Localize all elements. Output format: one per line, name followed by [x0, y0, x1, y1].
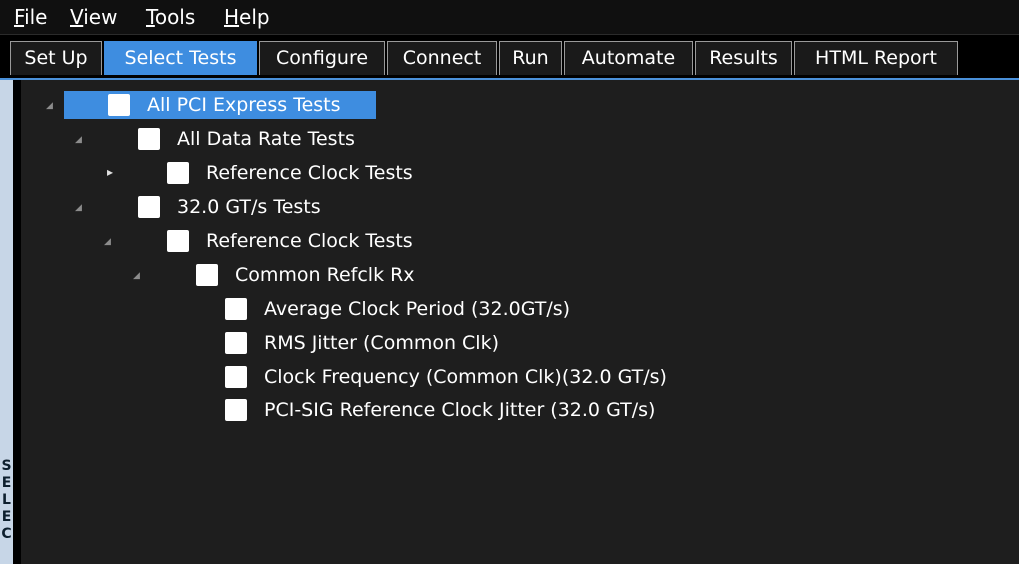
menu-bar: File View Tools Help	[0, 0, 1019, 35]
tab-bar: Set Up Select Tests Configure Connect Ru…	[0, 35, 1019, 80]
tree-label-pci-sig-jitter[interactable]: PCI-SIG Reference Clock Jitter (32.0 GT/…	[264, 399, 655, 421]
checkbox-reference-clock-tests-32[interactable]	[167, 230, 189, 252]
checkbox-clock-frequency[interactable]	[225, 366, 247, 388]
tab-setup[interactable]: Set Up	[10, 41, 102, 75]
checkbox-all-data-rate[interactable]	[138, 128, 160, 150]
expanded-triangle-icon[interactable]: ◢	[75, 135, 82, 145]
checkbox-reference-clock-tests[interactable]	[167, 162, 189, 184]
tree-label-average-clock-period[interactable]: Average Clock Period (32.0GT/s)	[264, 298, 570, 320]
tree-label-rms-jitter[interactable]: RMS Jitter (Common Clk)	[264, 332, 499, 354]
menu-file[interactable]: File	[14, 6, 47, 28]
tab-select-tests[interactable]: Select Tests	[104, 41, 257, 75]
tab-html-report[interactable]: HTML Report	[794, 41, 958, 75]
expanded-triangle-icon[interactable]: ◢	[46, 101, 53, 111]
tree-label-all-data-rate[interactable]: All Data Rate Tests	[177, 128, 355, 150]
checkbox-32gts-tests[interactable]	[138, 196, 160, 218]
checkbox-pci-sig-jitter[interactable]	[225, 399, 247, 421]
side-panel-collapsed[interactable]: S E L E C	[0, 80, 13, 564]
tab-run[interactable]: Run	[499, 41, 562, 75]
menu-view[interactable]: View	[70, 6, 117, 28]
checkbox-average-clock-period[interactable]	[225, 298, 247, 320]
expanded-triangle-icon[interactable]: ◢	[133, 271, 140, 281]
tree-label-32gts-tests[interactable]: 32.0 GT/s Tests	[177, 196, 321, 218]
expanded-triangle-icon[interactable]: ◢	[75, 203, 82, 213]
tree-label-common-refclk-rx[interactable]: Common Refclk Rx	[235, 264, 415, 286]
tree-label-reference-clock-tests-32[interactable]: Reference Clock Tests	[206, 230, 413, 252]
checkbox-all-pci-express[interactable]	[108, 94, 130, 116]
test-tree	[13, 80, 1019, 564]
tab-results[interactable]: Results	[695, 41, 792, 75]
tab-automate[interactable]: Automate	[564, 41, 693, 75]
tree-label-all-pci-express[interactable]: All PCI Express Tests	[147, 94, 341, 116]
tree-label-reference-clock-tests[interactable]: Reference Clock Tests	[206, 162, 413, 184]
menu-tools[interactable]: Tools	[146, 6, 195, 28]
collapsed-triangle-icon[interactable]: ▸	[107, 166, 113, 178]
tab-configure[interactable]: Configure	[259, 41, 385, 75]
tab-connect[interactable]: Connect	[387, 41, 497, 75]
tree-label-clock-frequency[interactable]: Clock Frequency (Common Clk)(32.0 GT/s)	[264, 366, 667, 388]
checkbox-rms-jitter[interactable]	[225, 332, 247, 354]
expanded-triangle-icon[interactable]: ◢	[104, 237, 111, 247]
checkbox-common-refclk-rx[interactable]	[196, 264, 218, 286]
side-panel-title: S E L E C	[1, 458, 12, 542]
menu-help[interactable]: Help	[224, 6, 270, 28]
